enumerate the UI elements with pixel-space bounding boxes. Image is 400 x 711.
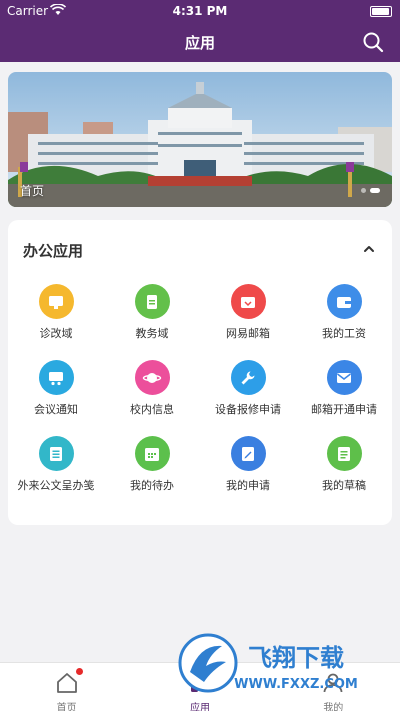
app-grid: 诊改域 教务域 网易邮箱 我的工资会议通知 校内信息 设备报修申请 邮箱开通申请外来公文呈办…: [8, 284, 392, 512]
section-title: 办公应用: [23, 242, 84, 260]
edit-doc-icon: [230, 436, 266, 471]
app-label: 教务域: [135, 327, 169, 340]
app-item[interactable]: 我的申请: [200, 436, 296, 512]
app-label: 会议通知: [34, 403, 78, 416]
app-item[interactable]: 设备报修申请: [200, 360, 296, 436]
app-label: 我的申请: [226, 479, 270, 492]
app-item[interactable]: 我的草稿: [296, 436, 392, 512]
app-label: 我的工资: [322, 327, 366, 340]
mail-tray-icon: [230, 284, 266, 319]
app-item[interactable]: 我的工资: [296, 284, 392, 360]
battery-icon: [370, 6, 392, 17]
status-bar: Carrier 4:31 PM: [0, 0, 400, 22]
tab-home[interactable]: 首页: [0, 663, 133, 711]
collapse-button[interactable]: [360, 240, 378, 258]
office-apps-card: 办公应用 诊改域 教务域 网易邮箱 我的工资会议通知 校内信息 设备报修申请 邮箱开通申请外…: [8, 220, 392, 525]
app-item[interactable]: 会议通知: [8, 360, 104, 436]
document-icon: [134, 284, 170, 319]
page-title: 应用: [184, 34, 215, 52]
meeting-icon: [38, 360, 74, 395]
campus-building-image: [8, 72, 392, 207]
tab-label-apps: 应用: [189, 703, 210, 711]
carousel-dot-active[interactable]: [370, 188, 380, 193]
banner-carousel[interactable]: 首页: [8, 72, 392, 207]
monitor-icon: [38, 284, 74, 319]
list-icon: [38, 436, 74, 471]
envelope-icon: [326, 360, 362, 395]
draft-icon: [326, 436, 362, 471]
clock: 4:31 PM: [172, 4, 228, 18]
search-button[interactable]: [362, 31, 384, 53]
app-label: 外来公文呈办笺: [17, 479, 95, 492]
banner-caption: 首页: [20, 184, 45, 198]
app-item[interactable]: 网易邮箱: [200, 284, 296, 360]
tab-label-home: 首页: [56, 703, 77, 711]
app-item[interactable]: 校内信息: [104, 360, 200, 436]
search-icon: [363, 32, 384, 53]
wrench-icon: [230, 360, 266, 395]
app-label: 设备报修申请: [215, 403, 281, 416]
svg-text:飞翔下载: 飞翔下载: [248, 644, 344, 672]
app-label: 邮箱开通申请: [311, 403, 377, 416]
nav-bar: 应用: [0, 22, 400, 62]
watermark-logo: 飞翔下载 WWW.FXXZ.COM: [176, 632, 388, 694]
notification-dot: [75, 668, 83, 675]
chevron-up-icon: [364, 246, 374, 252]
app-label: 校内信息: [130, 403, 174, 416]
app-item[interactable]: 教务域: [104, 284, 200, 360]
app-label: 网易邮箱: [226, 327, 270, 340]
app-item[interactable]: 邮箱开通申请: [296, 360, 392, 436]
home-icon: [55, 668, 83, 695]
carousel-indicator: [361, 188, 380, 193]
app-item[interactable]: 诊改域: [8, 284, 104, 360]
planet-icon: [134, 360, 170, 395]
app-item[interactable]: 我的待办: [104, 436, 200, 512]
wallet-icon: [326, 284, 362, 319]
app-item[interactable]: 外来公文呈办笺: [8, 436, 104, 512]
svg-text:WWW.FXXZ.COM: WWW.FXXZ.COM: [234, 677, 358, 692]
calendar-icon: [134, 436, 170, 471]
app-label: 诊改域: [39, 327, 73, 340]
app-label: 我的待办: [130, 479, 174, 492]
tab-label-profile: 我的: [323, 703, 344, 711]
app-label: 我的草稿: [322, 479, 366, 492]
carousel-dot[interactable]: [361, 188, 366, 193]
